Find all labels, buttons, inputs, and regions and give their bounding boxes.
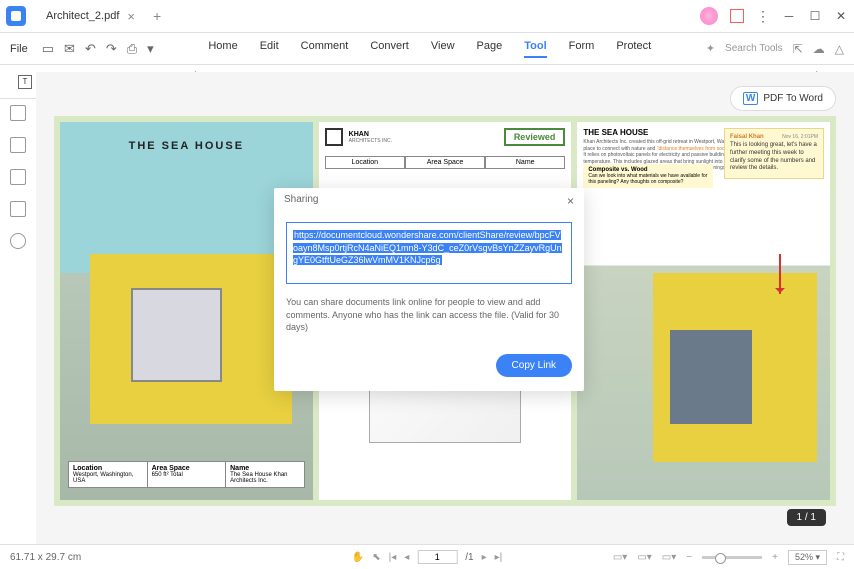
mini-tab-area: Area Space: [405, 156, 485, 169]
menu-protect[interactable]: Protect: [616, 40, 651, 58]
next-page-icon[interactable]: ▸: [482, 552, 487, 563]
menu-tabs: Home Edit Comment Convert View Page Tool…: [208, 40, 651, 58]
menu-page[interactable]: Page: [477, 40, 503, 58]
search-panel-icon[interactable]: [10, 233, 26, 249]
minimize-button[interactable]: ─: [782, 9, 796, 23]
read-mode-icon[interactable]: ▭▾: [662, 552, 676, 563]
fit-width-icon[interactable]: ▭▾: [613, 552, 627, 563]
hand-tool-icon[interactable]: ✋: [352, 552, 364, 563]
sticky-author: Faisal Khan: [730, 134, 764, 140]
view-mode-icon[interactable]: ▭▾: [637, 552, 651, 563]
reviewed-stamp: Reviewed: [504, 128, 566, 146]
dialog-title: Sharing: [284, 194, 318, 208]
page-panel-3: THE SEA HOUSE Khan Architects Inc. creat…: [577, 122, 830, 500]
sticky-date: Nov 16, 2:01PM: [782, 134, 818, 140]
attachment-icon[interactable]: [10, 201, 26, 217]
notification-icon[interactable]: [730, 9, 744, 23]
undo-icon[interactable]: ↶: [85, 41, 96, 57]
first-page-icon[interactable]: |◂: [389, 552, 397, 563]
close-window-button[interactable]: ✕: [834, 9, 848, 23]
prev-page-icon[interactable]: ◂: [404, 552, 409, 563]
search-tools-icon: ✦: [706, 42, 715, 55]
document-tab[interactable]: Architect_2.pdf ×: [36, 2, 145, 30]
fullscreen-icon[interactable]: ⛶: [837, 552, 844, 563]
page-number-input[interactable]: [417, 550, 457, 564]
page-indicator-badge: 1 / 1: [787, 509, 826, 526]
inline-comment[interactable]: Composite vs. Wood Can we look into what…: [583, 164, 713, 188]
save-icon[interactable]: ▭: [42, 41, 54, 57]
share-link-input[interactable]: https://documentcloud.wondershare.com/cl…: [286, 222, 572, 284]
menu-home[interactable]: Home: [208, 40, 237, 58]
file-menu[interactable]: File: [10, 43, 28, 55]
menu-form[interactable]: Form: [569, 40, 595, 58]
dialog-description: You can share documents link online for …: [274, 292, 584, 346]
house-illustration-2: [653, 273, 817, 462]
menu-view[interactable]: View: [431, 40, 455, 58]
zoom-slider[interactable]: [702, 556, 762, 559]
khan-logo-icon: [325, 128, 343, 146]
dropdown-icon[interactable]: ▾: [147, 41, 154, 57]
tab-title: Architect_2.pdf: [46, 10, 119, 22]
pdf-to-word-button[interactable]: PDF To Word: [730, 86, 836, 111]
zoom-out-icon[interactable]: −: [686, 552, 692, 563]
status-bar: 61.71 x 29.7 cm ✋ ⬉ |◂ ◂ /1 ▸ ▸| ▭▾ ▭▾ ▭…: [0, 544, 854, 569]
brand-sub: ARCHITECTS INC.: [349, 138, 392, 144]
brand-name: KHAN: [349, 131, 392, 138]
share-icon[interactable]: ⇱: [793, 42, 803, 56]
sticky-body: This is looking great, let's have a furt…: [730, 142, 818, 173]
menu-convert[interactable]: Convert: [370, 40, 409, 58]
house-window: [131, 288, 222, 382]
select-tool-icon[interactable]: ⬉: [372, 552, 380, 563]
zoom-in-icon[interactable]: +: [772, 552, 778, 563]
last-page-icon[interactable]: ▸|: [495, 552, 503, 563]
sharing-dialog: Sharing × https://documentcloud.wondersh…: [274, 188, 584, 391]
search-tools[interactable]: Search Tools: [725, 43, 783, 54]
mail-icon[interactable]: ✉: [64, 41, 75, 57]
zoom-value[interactable]: 52% ▾: [788, 550, 827, 565]
thumbnails-icon[interactable]: [10, 105, 26, 121]
left-sidebar: [0, 99, 36, 544]
menu-comment[interactable]: Comment: [301, 40, 349, 58]
tab-close-button[interactable]: ×: [127, 9, 135, 24]
main-menu: File ▭ ✉ ↶ ↷ ⎙ ▾ Home Edit Comment Conve…: [0, 33, 854, 65]
panel1-title: THE SEA HOUSE: [60, 140, 313, 152]
bell-icon[interactable]: △: [835, 42, 844, 56]
maximize-button[interactable]: ☐: [808, 9, 822, 23]
app-icon: [6, 6, 26, 26]
copy-link-button[interactable]: Copy Link: [496, 354, 572, 377]
assistant-icon[interactable]: [700, 7, 718, 25]
page-total: /1: [465, 552, 473, 563]
cloud-icon[interactable]: ☁: [813, 42, 825, 56]
print-icon[interactable]: ⎙: [127, 41, 137, 57]
menu-edit[interactable]: Edit: [260, 40, 279, 58]
more-menu-icon[interactable]: ⋮: [756, 8, 770, 25]
page-dimensions: 61.71 x 29.7 cm: [10, 552, 81, 563]
mini-tab-name: Name: [485, 156, 565, 169]
comment-panel-icon[interactable]: [10, 169, 26, 185]
title-bar: Architect_2.pdf × + ⋮ ─ ☐ ✕: [0, 0, 854, 33]
mini-tab-location: Location: [325, 156, 405, 169]
menu-tool[interactable]: Tool: [524, 40, 546, 58]
redo-icon[interactable]: ↷: [106, 41, 117, 57]
annotation-arrow-icon: [779, 254, 781, 294]
dialog-close-button[interactable]: ×: [567, 194, 574, 208]
add-tab-button[interactable]: +: [145, 8, 169, 24]
sticky-note[interactable]: Faisal Khan Nov 16, 2:01PM This is looki…: [724, 128, 824, 179]
info-table: LocationWestport, Washington, USA Area S…: [68, 461, 305, 488]
bookmark-icon[interactable]: [10, 137, 26, 153]
house-illustration: [90, 254, 292, 424]
